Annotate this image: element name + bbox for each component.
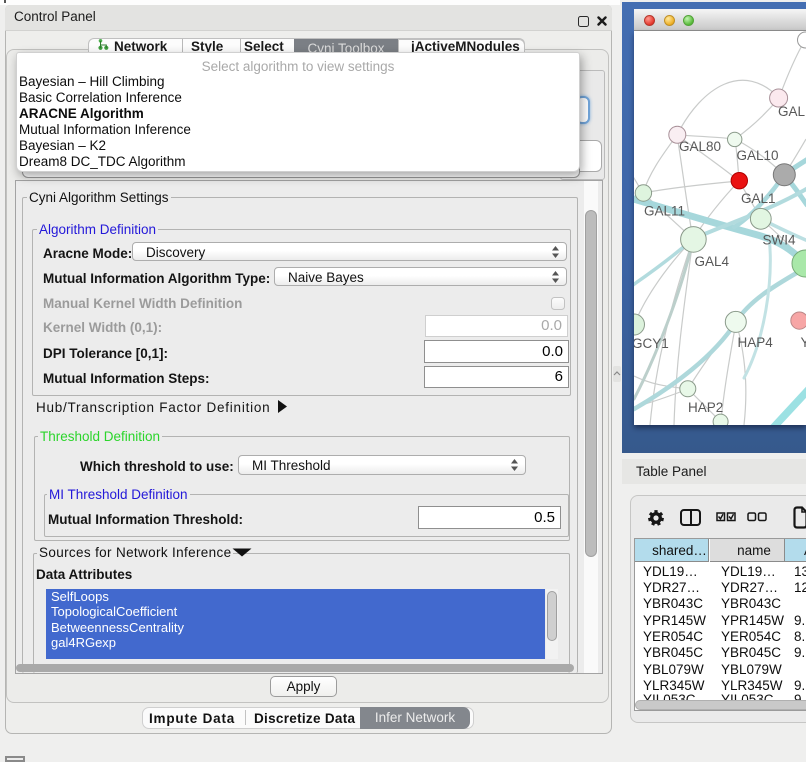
svg-text:HAP4: HAP4 <box>738 335 774 350</box>
svg-text:GAL10: GAL10 <box>737 148 779 163</box>
svg-text:GAL11: GAL11 <box>644 204 685 219</box>
svg-text:GAL4: GAL4 <box>695 254 730 269</box>
svg-text:GAL: GAL <box>778 104 806 119</box>
svg-text:SWI4: SWI4 <box>763 233 796 248</box>
svg-text:HAP2: HAP2 <box>688 400 723 415</box>
svg-text:GCY1: GCY1 <box>634 336 669 351</box>
svg-text:GAL1: GAL1 <box>741 191 776 206</box>
svg-text:GAL80: GAL80 <box>679 139 721 154</box>
svg-text:Y: Y <box>801 335 806 350</box>
